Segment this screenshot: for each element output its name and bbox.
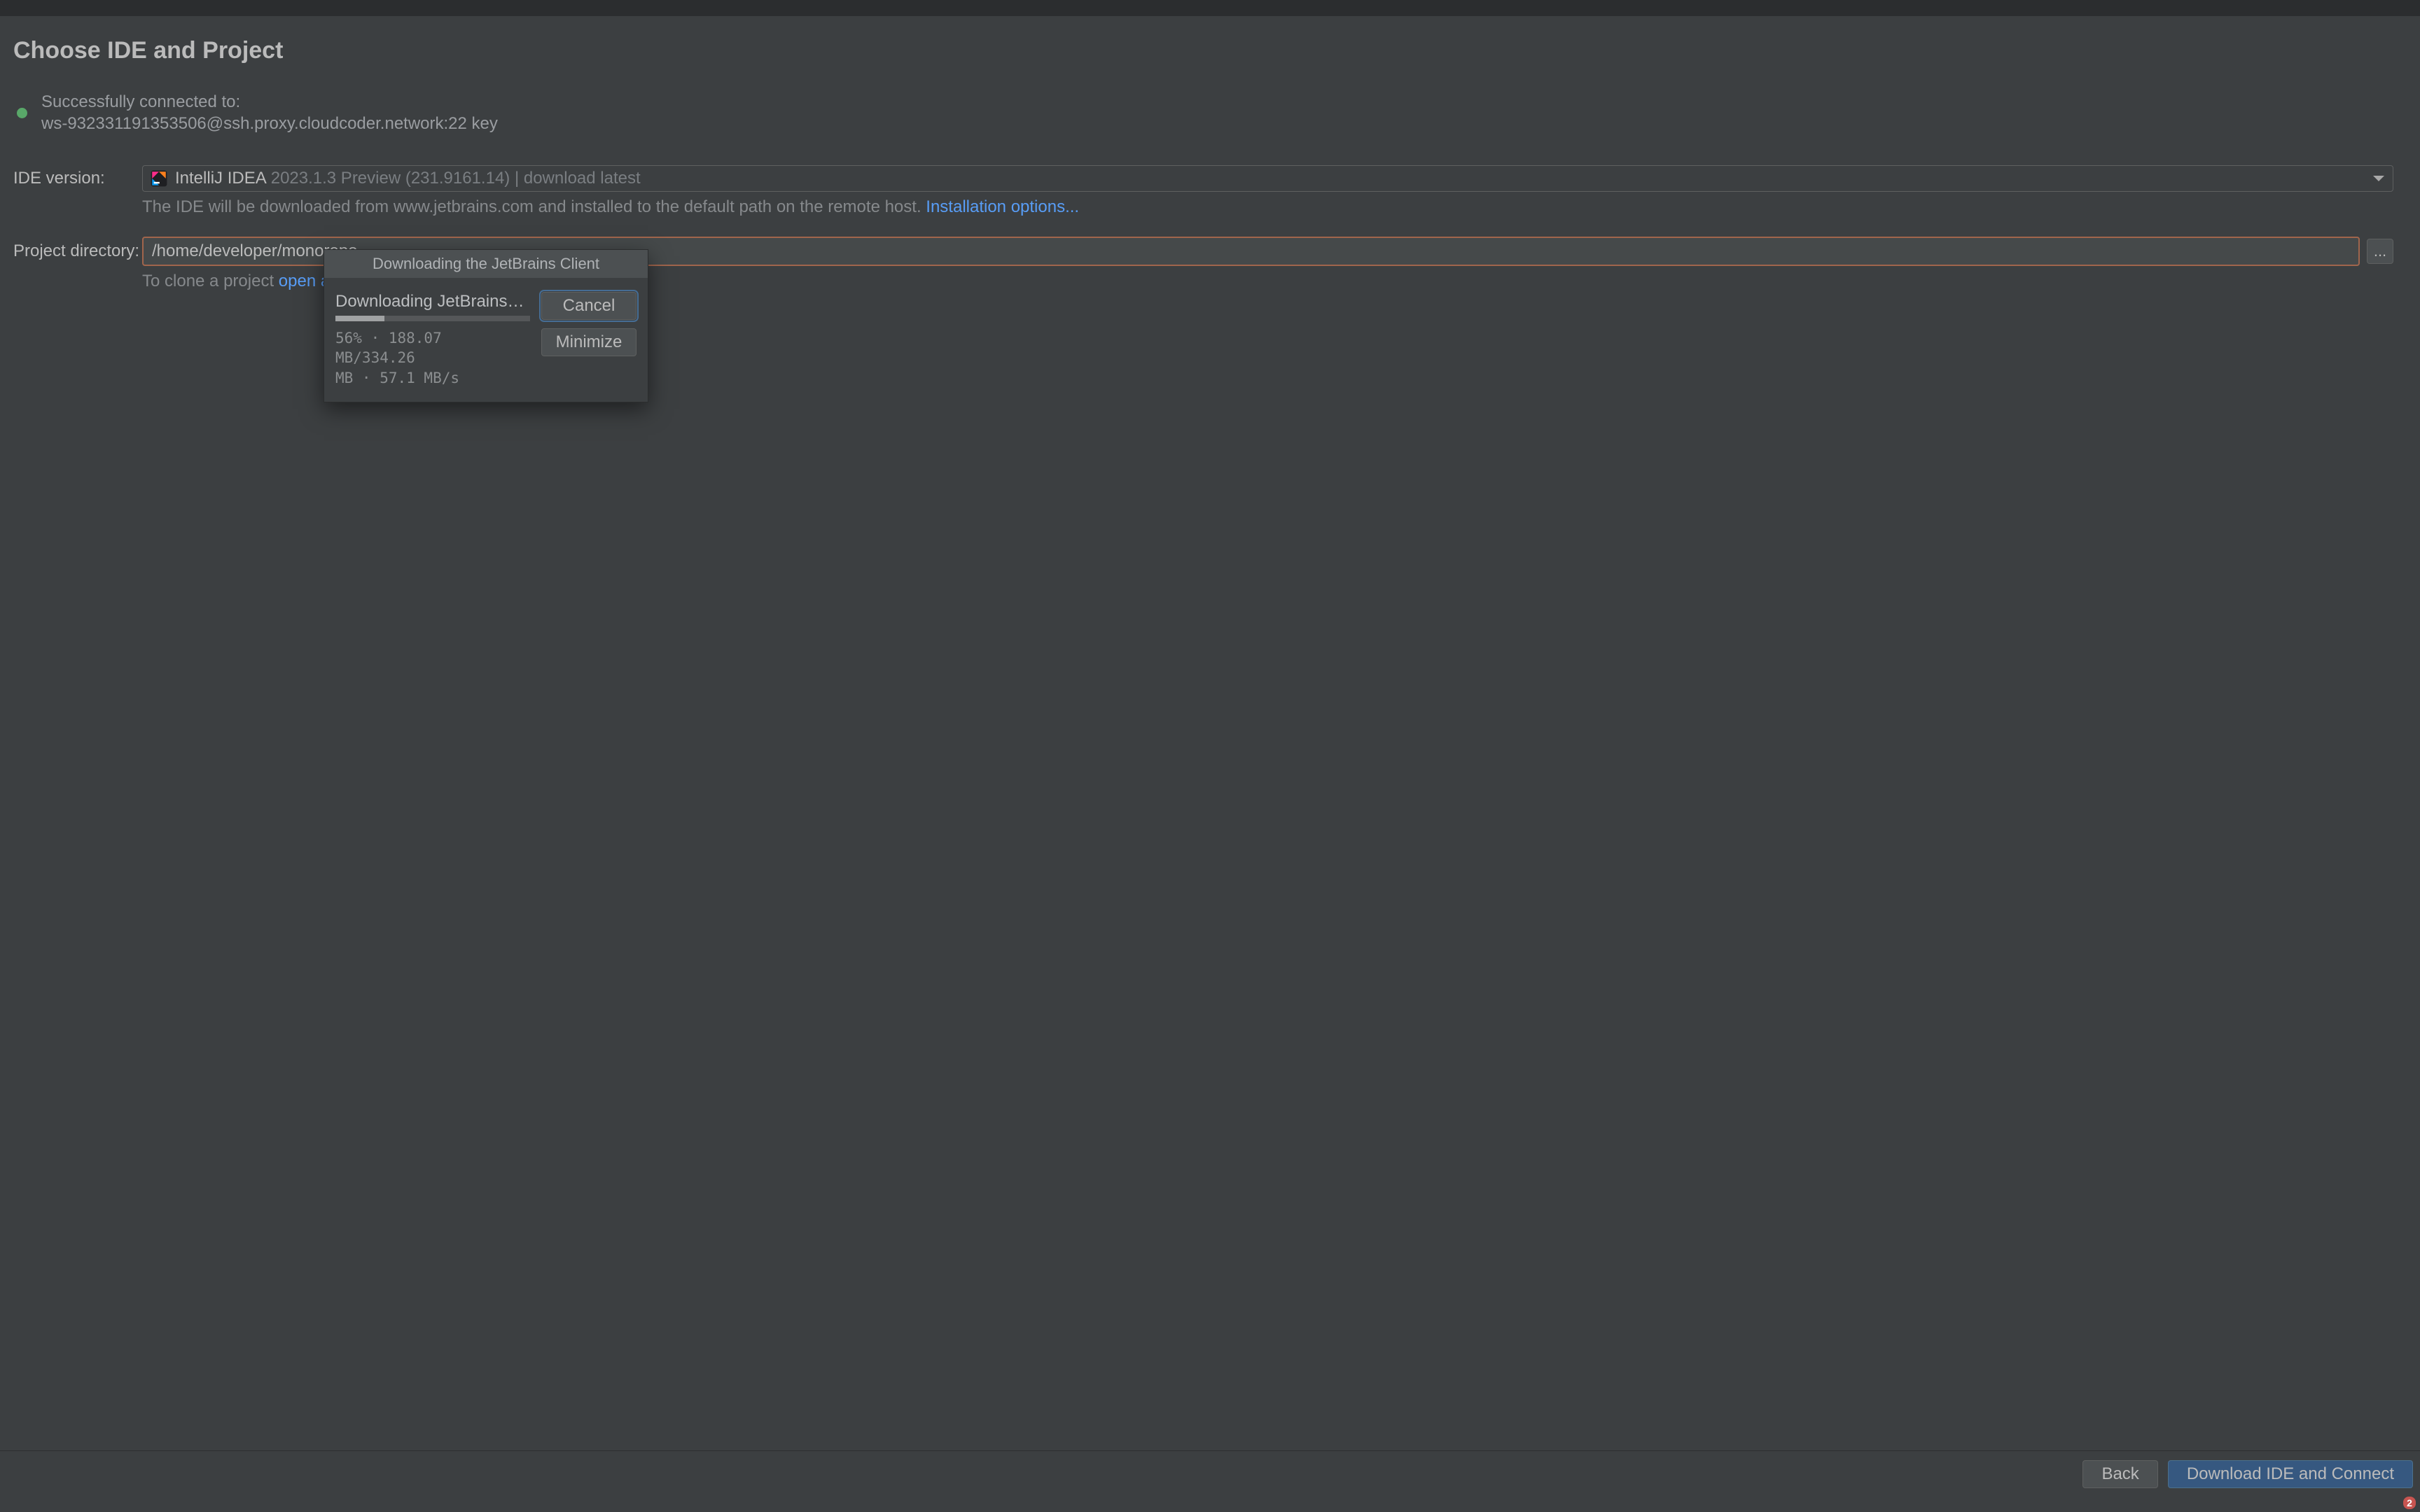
chevron-down-icon	[2373, 176, 2384, 181]
ide-help-text: The IDE will be downloaded from www.jetb…	[142, 197, 1079, 217]
download-connect-button[interactable]: Download IDE and Connect	[2168, 1460, 2413, 1488]
browse-button[interactable]: ...	[2367, 239, 2393, 264]
status-text: Successfully connected to: ws-9323311913…	[41, 91, 498, 134]
back-button[interactable]: Back	[2082, 1460, 2157, 1488]
connection-status: Successfully connected to: ws-9323311913…	[13, 91, 2407, 134]
ide-help-row: The IDE will be downloaded from www.jetb…	[13, 197, 2407, 217]
status-line1: Successfully connected to:	[41, 92, 240, 111]
bottom-toolbar: Back Download IDE and Connect 2	[0, 1450, 2420, 1512]
clone-help-prefix: To clone a project	[142, 272, 279, 290]
minimize-button[interactable]: Minimize	[541, 328, 637, 356]
status-indicator-icon	[17, 108, 27, 118]
progress-fill	[335, 316, 384, 321]
download-task-label: Downloading JetBrainsC...	[335, 292, 530, 312]
ide-detail: 2023.1.3 Preview (231.9161.14) | downloa…	[271, 169, 641, 188]
ide-version-row: IDE version: IntelliJ IDEA 2023.1.3 Prev…	[13, 165, 2407, 192]
ide-name: IntelliJ IDEA	[175, 169, 267, 188]
progress-bar	[335, 316, 530, 321]
ide-help-prefix: The IDE will be downloaded from www.jetb…	[142, 197, 926, 216]
download-progress-dialog: Downloading the JetBrains Client Downloa…	[324, 249, 648, 402]
stats-line2: MB · 57.1 MB/s	[335, 370, 459, 386]
window-titlebar	[0, 0, 2420, 16]
download-stats: 56% · 188.07 MB/334.26 MB · 57.1 MB/s	[335, 328, 530, 388]
notification-badge[interactable]: 2	[2403, 1497, 2416, 1509]
ide-version-dropdown[interactable]: IntelliJ IDEA 2023.1.3 Preview (231.9161…	[142, 165, 2393, 192]
status-line2: ws-932331191353506@ssh.proxy.cloudcoder.…	[41, 114, 498, 133]
intellij-icon	[150, 169, 168, 188]
cancel-button[interactable]: Cancel	[541, 292, 637, 320]
page-title: Choose IDE and Project	[13, 37, 2407, 64]
dialog-title: Downloading the JetBrains Client	[324, 250, 648, 278]
ide-version-label: IDE version:	[13, 169, 142, 188]
project-directory-label: Project directory:	[13, 241, 142, 261]
stats-line1: 56% · 188.07 MB/334.26	[335, 330, 442, 366]
installation-options-link[interactable]: Installation options...	[926, 197, 1079, 216]
